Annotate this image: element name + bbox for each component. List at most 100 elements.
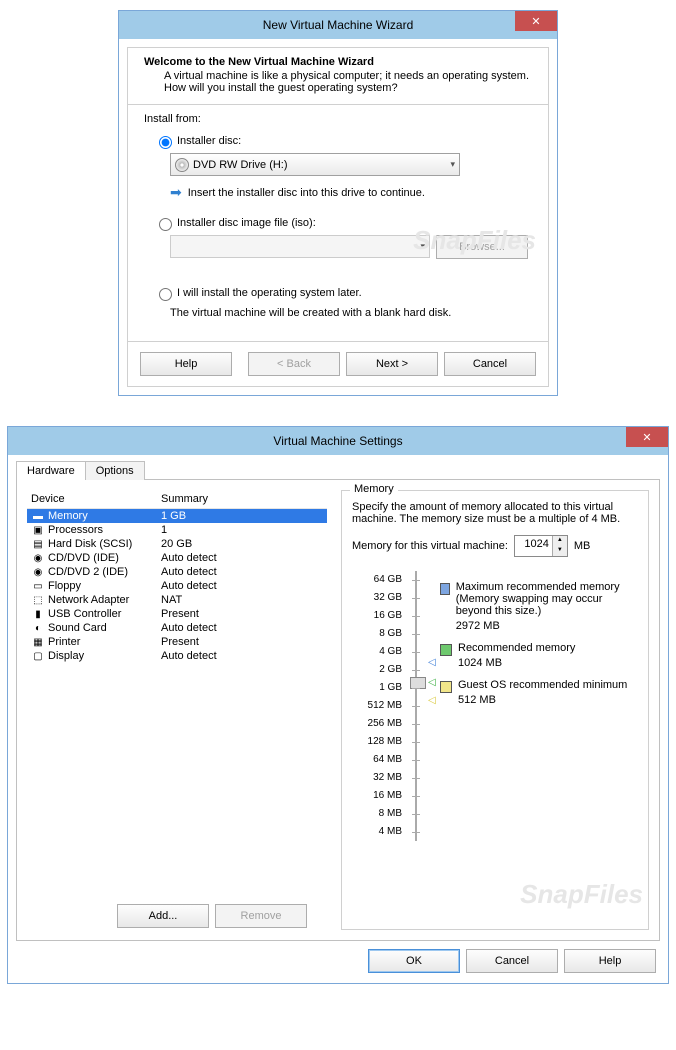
memory-value[interactable]: 1024 (515, 536, 552, 556)
slider-tick-label: 16 GB (352, 607, 402, 625)
device-row-hard-disk-scsi-[interactable]: ▤Hard Disk (SCSI)20 GB (27, 537, 327, 551)
device-summary: 1 (161, 524, 323, 536)
device-name: USB Controller (48, 608, 161, 620)
column-device[interactable]: Device (31, 493, 161, 505)
max-memory-value: 2972 MB (456, 620, 638, 632)
slider-tick-label: 64 GB (352, 571, 402, 589)
device-summary: Present (161, 636, 323, 648)
memory-legend-box: Maximum recommended memory (Memory swapp… (432, 571, 638, 841)
memory-panel: Memory Specify the amount of memory allo… (341, 490, 649, 930)
disc-drive-dropdown[interactable]: DVD RW Drive (H:) ▾ (170, 153, 460, 176)
device-list-header: Device Summary (27, 490, 327, 509)
legend-square-blue (440, 583, 450, 595)
cancel-button[interactable]: Cancel (444, 352, 536, 376)
radio-iso-input[interactable] (159, 218, 172, 231)
column-summary[interactable]: Summary (161, 493, 323, 505)
device-name: Memory (48, 510, 161, 522)
memory-slider[interactable]: ◁ ◁ ◁ (408, 571, 426, 841)
marker-rec-icon: ◁ (428, 677, 436, 688)
device-name: Printer (48, 636, 161, 648)
device-row-floppy[interactable]: ▭FloppyAuto detect (27, 579, 327, 593)
browse-button[interactable]: Browse... (436, 235, 528, 259)
spin-down-icon[interactable]: ▼ (553, 546, 567, 556)
radio-later-input[interactable] (159, 288, 172, 301)
device-row-printer[interactable]: ▦PrinterPresent (27, 635, 327, 649)
radio-iso-label: Installer disc image file (iso): (177, 217, 316, 229)
next-button[interactable]: Next > (346, 352, 438, 376)
help-button[interactable]: Help (140, 352, 232, 376)
radio-later-label: I will install the operating system late… (177, 287, 362, 299)
device-list: Device Summary ▬Memory1 GB▣Processors1▤H… (27, 490, 327, 930)
device-summary: Auto detect (161, 650, 323, 662)
device-name: Hard Disk (SCSI) (48, 538, 161, 550)
radio-disc-input[interactable] (159, 136, 172, 149)
tab-hardware[interactable]: Hardware (16, 461, 86, 480)
slider-tick-label: 2 GB (352, 661, 402, 679)
chevron-down-icon: ▾ (450, 159, 455, 170)
slider-tick-label: 256 MB (352, 715, 402, 733)
ok-button[interactable]: OK (368, 949, 460, 973)
device-row-display[interactable]: ▢DisplayAuto detect (27, 649, 327, 663)
radio-installer-disc[interactable]: Installer disc: (154, 133, 532, 149)
cancel-button[interactable]: Cancel (466, 949, 558, 973)
device-summary: NAT (161, 594, 323, 606)
device-row-memory[interactable]: ▬Memory1 GB (27, 509, 327, 523)
device-summary: Auto detect (161, 566, 323, 578)
device-row-sound-card[interactable]: ◐Sound CardAuto detect (27, 621, 327, 635)
close-button[interactable]: ✕ (515, 11, 557, 31)
add-button[interactable]: Add... (117, 904, 209, 928)
device-name: CD/DVD (IDE) (48, 552, 161, 564)
spin-up-icon[interactable]: ▲ (553, 536, 567, 546)
rec-memory-value: 1024 MB (458, 657, 575, 669)
wizard-description: A virtual machine is like a physical com… (164, 70, 532, 94)
marker-max-icon: ◁ (428, 657, 436, 668)
slider-tick-label: 4 MB (352, 823, 402, 841)
device-row-network-adapter[interactable]: ⬚Network AdapterNAT (27, 593, 327, 607)
device-row-cd-dvd-ide-[interactable]: ◉CD/DVD (IDE)Auto detect (27, 551, 327, 565)
slider-tick-label: 4 GB (352, 643, 402, 661)
radio-disc-label: Installer disc: (177, 135, 241, 147)
settings-title: Virtual Machine Settings (273, 434, 402, 448)
device-name: CD/DVD 2 (IDE) (48, 566, 161, 578)
slider-tick-label: 1 GB (352, 679, 402, 697)
memory-spinbox[interactable]: 1024 ▲ ▼ (514, 535, 568, 557)
disc-hint-text: Insert the installer disc into this driv… (188, 187, 425, 199)
wizard-titlebar[interactable]: New Virtual Machine Wizard ✕ (119, 11, 557, 39)
tab-options[interactable]: Options (85, 461, 145, 480)
radio-iso[interactable]: Installer disc image file (iso): (154, 215, 532, 231)
min-memory-label: Guest OS recommended minimum (458, 679, 627, 691)
slider-tick-label: 512 MB (352, 697, 402, 715)
device-name: Display (48, 650, 161, 662)
slider-tick-label: 64 MB (352, 751, 402, 769)
rec-memory-label: Recommended memory (458, 642, 575, 654)
disc-icon (175, 158, 189, 172)
help-button[interactable]: Help (564, 949, 656, 973)
settings-titlebar[interactable]: Virtual Machine Settings ✕ (8, 427, 668, 455)
device-row-cd-dvd-2-ide-[interactable]: ◉CD/DVD 2 (IDE)Auto detect (27, 565, 327, 579)
device-summary: Present (161, 608, 323, 620)
device-icon: ▭ (31, 580, 45, 592)
close-button[interactable]: ✕ (626, 427, 668, 447)
device-name: Floppy (48, 580, 161, 592)
device-row-usb-controller[interactable]: ▮USB ControllerPresent (27, 607, 327, 621)
device-icon: ▤ (31, 538, 45, 550)
close-icon: ✕ (531, 15, 540, 28)
remove-button[interactable]: Remove (215, 904, 307, 928)
wizard-title: New Virtual Machine Wizard (263, 18, 414, 32)
device-icon: ◐ (31, 622, 45, 634)
device-icon: ▦ (31, 636, 45, 648)
radio-later[interactable]: I will install the operating system late… (154, 285, 532, 301)
legend-square-green (440, 644, 452, 656)
device-row-processors[interactable]: ▣Processors1 (27, 523, 327, 537)
iso-path-input: ▾ (170, 235, 430, 258)
slider-tick-label: 32 MB (352, 769, 402, 787)
max-memory-label: Maximum recommended memory (456, 581, 638, 593)
device-icon: ▢ (31, 650, 45, 662)
slider-tick-label: 32 GB (352, 589, 402, 607)
device-icon: ◉ (31, 566, 45, 578)
later-note: The virtual machine will be created with… (170, 307, 532, 319)
memory-legend: Memory (350, 483, 398, 495)
memory-description: Specify the amount of memory allocated t… (352, 501, 638, 525)
device-summary: Auto detect (161, 552, 323, 564)
device-icon: ◉ (31, 552, 45, 564)
